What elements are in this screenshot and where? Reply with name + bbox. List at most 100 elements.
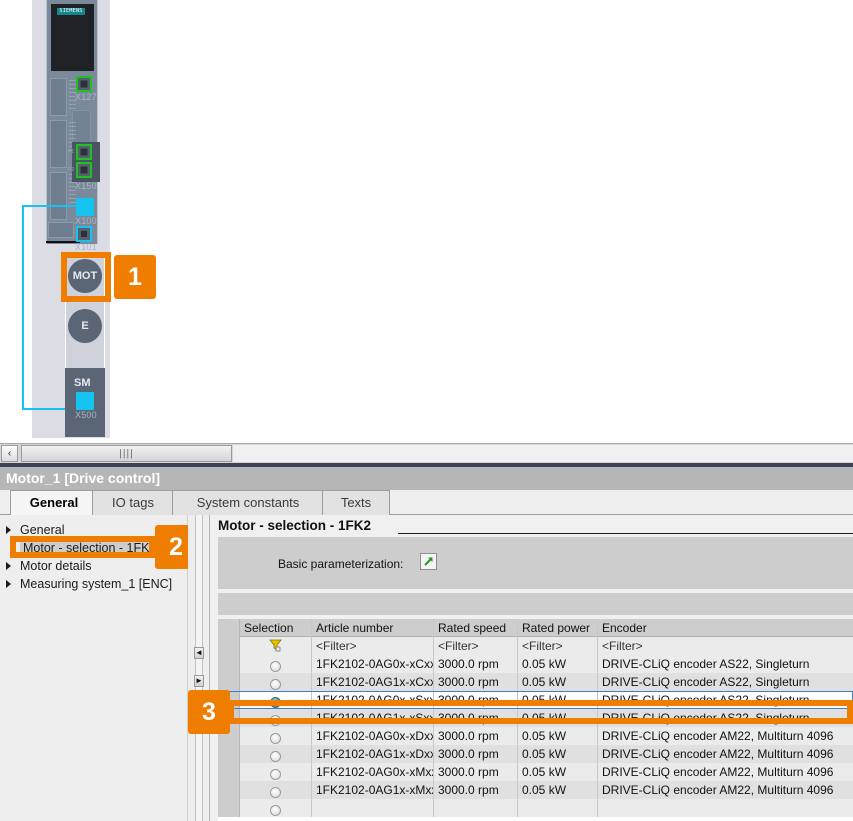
filter-encoder[interactable]: <Filter> xyxy=(598,637,853,655)
cell-speed: 3000.0 rpm xyxy=(434,655,518,673)
chevron-right-icon xyxy=(6,580,11,588)
module-encoder-label: E xyxy=(81,320,89,332)
section-title: Motor - selection - 1FK2 xyxy=(218,518,372,533)
cell-article: 1FK2102-0AG0x-xMxx xyxy=(312,763,434,781)
row-radio[interactable] xyxy=(240,781,312,799)
chevron-right-icon xyxy=(6,562,11,570)
filter-speed[interactable]: <Filter> xyxy=(434,637,518,655)
cell-power: 0.05 kW xyxy=(518,655,598,673)
cell-encoder: DRIVE-CLiQ encoder AS22, Singleturn xyxy=(598,655,853,673)
radio-unselected-icon[interactable] xyxy=(270,732,281,744)
row-radio[interactable] xyxy=(240,745,312,763)
device-graphic-area: SIEMENS X127 P1 P2 X150 X100 X101 MOT E … xyxy=(0,0,853,443)
row-radio[interactable] xyxy=(240,727,312,745)
tree-item-general-label: General xyxy=(20,523,65,537)
open-editor-arrow-icon[interactable] xyxy=(420,553,437,570)
radio-unselected-icon[interactable] xyxy=(270,660,281,672)
port-x127[interactable] xyxy=(76,76,92,92)
cell-speed: 3000.0 rpm xyxy=(434,763,518,781)
cell-speed: 3000.0 rpm xyxy=(434,673,518,691)
column-header-encoder[interactable]: Encoder xyxy=(598,619,853,637)
row-radio[interactable] xyxy=(240,763,312,781)
pin-label-p1: P1 xyxy=(68,149,75,155)
port-label-x101: X101 xyxy=(75,242,97,252)
port-label-x500: X500 xyxy=(75,410,97,420)
cell-encoder: DRIVE-CLiQ encoder AS22, Singleturn xyxy=(598,673,853,691)
port-x100[interactable] xyxy=(76,198,94,216)
module-encoder[interactable]: E xyxy=(68,309,102,343)
cell-encoder: DRIVE-CLiQ encoder AM22, Multiturn 4096 xyxy=(598,745,853,763)
row-grip xyxy=(218,655,240,673)
cell-article: 1FK2102-0AG0x-xCxx xyxy=(312,655,434,673)
pin-label-p2: P2 xyxy=(68,167,75,173)
radio-unselected-icon[interactable] xyxy=(270,750,281,762)
cell-power xyxy=(518,799,598,817)
column-header-power[interactable]: Rated power xyxy=(518,619,598,637)
chevron-right-icon xyxy=(6,526,11,534)
table-row[interactable]: 1FK2102-0AG1x-xCxx 3000.0 rpm 0.05 kW DR… xyxy=(218,673,853,691)
table-row[interactable]: 1FK2102-0AG0x-xDxx 3000.0 rpm 0.05 kW DR… xyxy=(218,727,853,745)
row-grip-filter xyxy=(218,637,240,655)
splitter-collapse-right-button[interactable]: ► xyxy=(194,675,204,687)
port-x101[interactable] xyxy=(76,226,92,242)
table-row[interactable] xyxy=(218,799,853,817)
pane-splitter[interactable]: ◄ ► xyxy=(188,515,210,821)
tab-io-tags[interactable]: IO tags xyxy=(92,490,174,515)
cell-article xyxy=(312,799,434,817)
tab-system-constants[interactable]: System constants xyxy=(172,490,324,515)
column-header-speed[interactable]: Rated speed xyxy=(434,619,518,637)
tab-texts[interactable]: Texts xyxy=(322,490,390,515)
table-row[interactable]: 1FK2102-0AG1x-xDxx 3000.0 rpm 0.05 kW DR… xyxy=(218,745,853,763)
filter-funnel-icon[interactable] xyxy=(240,637,312,655)
tab-general-label: General xyxy=(29,495,79,510)
port-x500[interactable] xyxy=(76,392,94,410)
radio-unselected-icon[interactable] xyxy=(270,786,281,798)
row-radio[interactable] xyxy=(240,673,312,691)
tree-item-measuring-system[interactable]: Measuring system_1 [ENC] xyxy=(0,575,187,593)
table-row[interactable]: 1FK2102-0AG0x-xMxx 3000.0 rpm 0.05 kW DR… xyxy=(218,763,853,781)
column-header-article[interactable]: Article number xyxy=(312,619,434,637)
tab-general[interactable]: General xyxy=(10,490,98,515)
cell-article: 1FK2102-0AG1x-xDxx xyxy=(312,745,434,763)
table-row[interactable]: 1FK2102-0AG0x-xCxx 3000.0 rpm 0.05 kW DR… xyxy=(218,655,853,673)
port-label-x100: X100 xyxy=(75,216,97,226)
scrollbar-track[interactable] xyxy=(233,445,853,462)
cell-speed xyxy=(434,799,518,817)
horizontal-scrollbar[interactable]: ‹ |||| xyxy=(0,443,853,463)
row-grip-header xyxy=(218,619,240,637)
splitter-bar[interactable] xyxy=(195,515,203,821)
scrollbar-grip: |||| xyxy=(119,448,134,459)
cell-encoder: DRIVE-CLiQ encoder AM22, Multiturn 4096 xyxy=(598,763,853,781)
cell-power: 0.05 kW xyxy=(518,745,598,763)
siemens-logo: SIEMENS xyxy=(57,8,85,15)
cell-article: 1FK2102-0AG1x-xMxx xyxy=(312,781,434,799)
row-grip xyxy=(218,799,240,817)
cell-speed: 3000.0 rpm xyxy=(434,781,518,799)
splitter-collapse-left-button[interactable]: ◄ xyxy=(194,647,204,659)
column-header-selection[interactable]: Selection xyxy=(240,619,312,637)
radio-unselected-icon[interactable] xyxy=(270,804,281,816)
cell-encoder xyxy=(598,799,853,817)
port-x150-p1[interactable] xyxy=(76,144,92,160)
scroll-left-arrow[interactable]: ‹ xyxy=(1,445,18,462)
filter-power[interactable]: <Filter> xyxy=(518,637,598,655)
module-sm-label: SM xyxy=(74,377,91,389)
table-row[interactable]: 1FK2102-0AG1x-xMxx 3000.0 rpm 0.05 kW DR… xyxy=(218,781,853,799)
radio-unselected-icon[interactable] xyxy=(270,768,281,780)
radio-unselected-icon[interactable] xyxy=(270,678,281,690)
row-radio[interactable] xyxy=(240,799,312,817)
port-label-x127: X127 xyxy=(75,92,97,102)
table-panel-band xyxy=(218,593,853,615)
scrollbar-thumb[interactable]: |||| xyxy=(21,445,232,462)
table-filter-row[interactable]: <Filter> <Filter> <Filter> <Filter> xyxy=(218,637,853,655)
row-radio[interactable] xyxy=(240,655,312,673)
callout-badge-1: 1 xyxy=(114,255,156,299)
port-x150-p2[interactable] xyxy=(76,162,92,178)
cell-power: 0.05 kW xyxy=(518,673,598,691)
port-label-x150: X150 xyxy=(75,181,97,191)
section-rule xyxy=(398,533,853,534)
table-header-row: Selection Article number Rated speed Rat… xyxy=(218,619,853,637)
cell-power: 0.05 kW xyxy=(518,763,598,781)
cell-power: 0.05 kW xyxy=(518,727,598,745)
filter-article[interactable]: <Filter> xyxy=(312,637,434,655)
